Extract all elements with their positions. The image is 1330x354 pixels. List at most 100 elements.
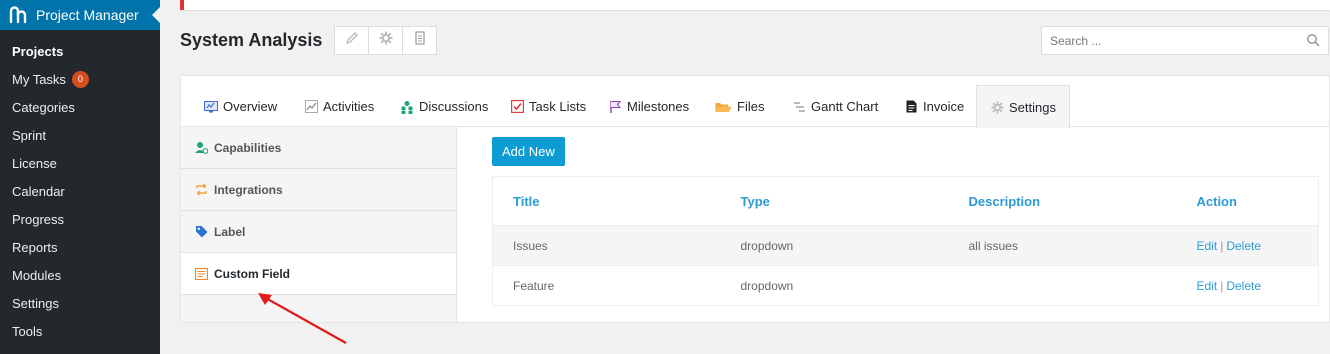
submenu-item-my-tasks[interactable]: My Tasks 0 [0, 65, 160, 93]
activities-icon [304, 100, 318, 114]
column-header-title: Title [492, 176, 721, 226]
project-content-card: Overview Activities Discussions Task Lis… [180, 75, 1330, 323]
edit-link[interactable]: Edit [1197, 279, 1218, 293]
project-tabs: Overview Activities Discussions Task Lis… [181, 76, 1329, 128]
field-type: dropdown [720, 225, 949, 266]
annotation-arrow-icon [258, 293, 347, 344]
settings-menu-label: Integrations [214, 182, 283, 197]
column-header-action: Action [1176, 176, 1319, 226]
files-icon [715, 100, 732, 114]
tab-gantt-chart[interactable]: Gantt Chart [792, 86, 878, 127]
search-input[interactable] [1042, 33, 1292, 48]
field-description [948, 265, 1177, 306]
tab-invoice[interactable]: Invoice [904, 86, 964, 127]
action-separator: | [1220, 238, 1224, 253]
tab-settings[interactable]: Settings [976, 85, 1070, 128]
submenu-item-sprint[interactable]: Sprint [0, 121, 160, 149]
field-type: dropdown [720, 265, 949, 306]
tab-files[interactable]: Files [715, 86, 764, 127]
search-icon[interactable] [1306, 33, 1320, 52]
edit-project-button[interactable] [334, 26, 369, 55]
submenu-item-modules[interactable]: Modules [0, 261, 160, 289]
submenu-item-reports[interactable]: Reports [0, 233, 160, 261]
table-row: Issues dropdown all issues Edit | Delete [492, 225, 1319, 266]
table-header-row: Title Type Description Action [492, 176, 1319, 226]
submenu-item-label: Projects [12, 43, 64, 59]
settings-menu-item-label[interactable]: Label [181, 211, 456, 253]
discussions-icon [400, 100, 414, 114]
submenu-item-progress[interactable]: Progress [0, 205, 160, 233]
submenu-item-label: Sprint [12, 127, 46, 143]
pencil-icon [345, 31, 359, 50]
delete-link[interactable]: Delete [1226, 279, 1261, 293]
invoice-icon [904, 100, 918, 114]
edit-link[interactable]: Edit [1197, 239, 1218, 253]
tab-label: Invoice [923, 99, 965, 114]
project-settings-button[interactable] [368, 26, 403, 55]
custom-fields-table: Title Type Description Action Issues dro… [492, 176, 1319, 306]
field-title: Feature [492, 265, 721, 306]
label-icon [194, 225, 208, 239]
project-document-button[interactable] [402, 26, 437, 55]
tab-overview[interactable]: Overview [204, 86, 277, 127]
submenu-item-settings[interactable]: Settings [0, 289, 160, 317]
custom-field-icon [194, 267, 208, 281]
submenu-item-projects[interactable]: Projects [0, 37, 160, 65]
project-title: System Analysis [180, 30, 323, 50]
task-lists-icon [510, 100, 524, 114]
submenu-item-label: Categories [12, 99, 75, 115]
settings-icon [990, 100, 1004, 114]
admin-sidebar: Project Manager Projects My Tasks 0 Categ… [0, 0, 160, 354]
gantt-chart-icon [792, 100, 806, 114]
submenu-item-label: Modules [12, 267, 62, 283]
submenu: Projects My Tasks 0 Categories Sprint Lic… [0, 30, 160, 345]
submenu-item-label: My Tasks [12, 71, 66, 87]
tab-label: Settings [1009, 99, 1056, 115]
table-row: Feature dropdown Edit | Delete [492, 265, 1319, 306]
gear-icon [379, 31, 393, 50]
field-actions: Edit | Delete [1176, 265, 1319, 306]
project-manager-menu[interactable]: Project Manager [0, 0, 160, 30]
admin-notice [180, 0, 1330, 10]
column-header-description: Description [948, 176, 1177, 226]
tab-activities[interactable]: Activities [304, 86, 374, 127]
tab-milestones[interactable]: Milestones [608, 86, 689, 127]
column-header-type: Type [720, 176, 949, 226]
settings-menu-label: Custom Field [214, 266, 291, 281]
brand-label: Project Manager [36, 7, 139, 23]
delete-link[interactable]: Delete [1226, 239, 1261, 253]
settings-menu-label: Capabilities [214, 140, 282, 155]
project-actions [334, 26, 437, 55]
tab-label: Milestones [627, 99, 690, 114]
tab-task-lists[interactable]: Task Lists [510, 86, 586, 127]
settings-menu-item-integrations[interactable]: Integrations [181, 169, 456, 211]
tab-label: Overview [223, 99, 278, 114]
menu-pointer [152, 7, 160, 23]
search-box [1041, 26, 1329, 55]
submenu-item-calendar[interactable]: Calendar [0, 177, 160, 205]
submenu-item-license[interactable]: License [0, 149, 160, 177]
capabilities-icon [194, 141, 208, 155]
field-actions: Edit | Delete [1176, 225, 1319, 266]
settings-menu-label: Label [214, 224, 246, 239]
submenu-item-label: Reports [12, 239, 58, 255]
submenu-item-label: Calendar [12, 183, 65, 199]
action-separator: | [1220, 278, 1224, 293]
tab-label: Gantt Chart [811, 99, 879, 114]
tab-label: Activities [323, 99, 375, 114]
settings-menu-item-capabilities[interactable]: Capabilities [181, 127, 456, 169]
submenu-item-label: Progress [12, 211, 65, 227]
overview-icon [204, 100, 218, 114]
document-icon [414, 31, 426, 50]
integrations-icon [194, 183, 208, 197]
tab-label: Files [737, 99, 765, 114]
project-manager-logo-icon [9, 6, 27, 24]
submenu-item-label: Settings [12, 295, 59, 311]
submenu-item-tools[interactable]: Tools [0, 317, 160, 345]
tab-discussions[interactable]: Discussions [400, 86, 488, 127]
field-description: all issues [948, 225, 1177, 266]
tab-label: Discussions [419, 99, 489, 114]
submenu-item-categories[interactable]: Categories [0, 93, 160, 121]
add-new-button[interactable]: Add New [492, 137, 565, 166]
task-count-badge: 0 [71, 70, 89, 88]
